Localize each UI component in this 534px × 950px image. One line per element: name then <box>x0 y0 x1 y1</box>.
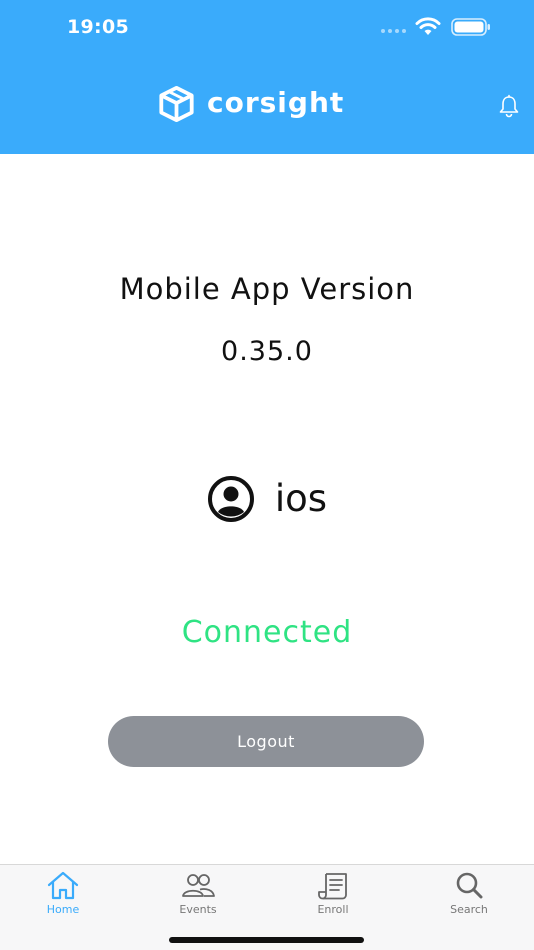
cellular-signal-icon <box>381 29 406 33</box>
user-name: ios <box>274 477 328 520</box>
connection-status: Connected <box>181 615 353 650</box>
search-icon <box>456 872 483 899</box>
brand-name: corsight <box>207 86 345 119</box>
user-row: ios <box>0 472 534 526</box>
tab-events[interactable]: Events <box>153 871 243 921</box>
scroll-icon <box>318 873 347 900</box>
battery-icon <box>451 18 490 36</box>
people-icon <box>182 874 215 897</box>
cube-logo-icon <box>159 85 194 123</box>
tab-home[interactable]: Home <box>18 871 108 921</box>
logout-button[interactable]: Logout <box>108 716 424 767</box>
status-time: 19:05 <box>67 16 129 38</box>
tab-label: Events <box>179 903 217 916</box>
home-icon <box>47 871 79 900</box>
user-circle-icon <box>207 476 254 522</box>
tab-label: Enroll <box>317 903 349 916</box>
version-title: Mobile App Version <box>119 272 415 306</box>
tab-enroll[interactable]: Enroll <box>288 871 378 921</box>
tab-search[interactable]: Search <box>424 871 514 921</box>
wifi-icon <box>415 17 441 35</box>
brand: corsight <box>157 84 357 124</box>
tab-label: Home <box>46 903 80 916</box>
tab-label: Search <box>450 903 488 916</box>
version-number: 0.35.0 <box>221 336 313 367</box>
home-indicator <box>169 937 364 943</box>
status-bar: 19:05 <box>0 0 534 56</box>
bell-icon[interactable] <box>497 94 521 118</box>
app-header: 19:05 corsight <box>0 0 534 154</box>
